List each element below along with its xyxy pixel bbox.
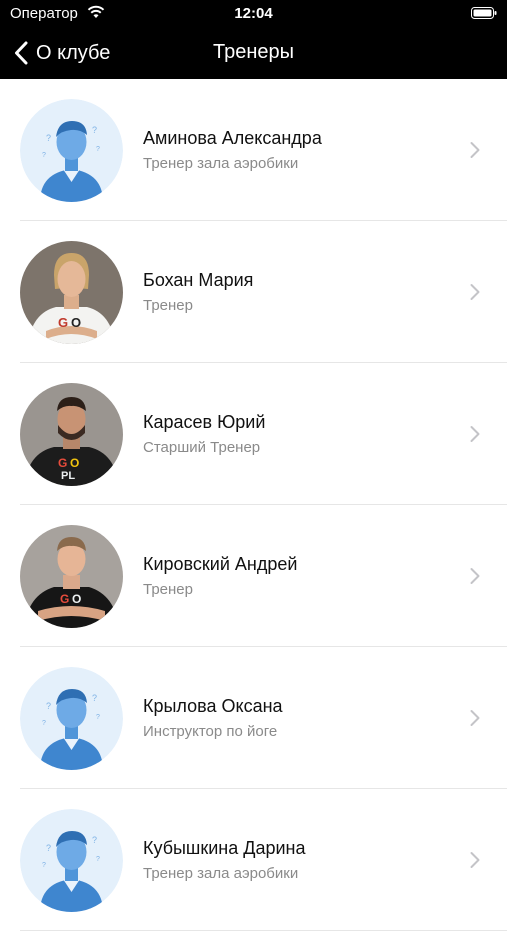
trainer-role: Инструктор по йоге <box>143 723 278 740</box>
svg-text:?: ? <box>46 701 51 711</box>
trainer-row[interactable]: ???? Кубышкина Дарина Тренер зала аэроби… <box>0 789 507 931</box>
trainer-role: Старший Тренер <box>143 439 261 456</box>
status-time: 12:04 <box>234 5 273 22</box>
svg-text:?: ? <box>92 835 97 845</box>
trainer-name: Аминова Александра <box>143 128 322 148</box>
avatar-photo: GO <box>20 241 123 344</box>
page-title: Тренеры <box>212 41 294 63</box>
svg-text:O: O <box>71 315 81 330</box>
svg-text:PL: PL <box>61 470 75 482</box>
trainer-role: Тренер зала аэробики <box>143 865 299 882</box>
svg-text:O: O <box>72 592 81 606</box>
chevron-right-icon <box>470 710 480 726</box>
svg-text:G: G <box>60 592 69 606</box>
avatar-placeholder: ???? <box>20 667 123 770</box>
status-bar: Оператор 12:04 <box>0 0 507 28</box>
trainer-row[interactable]: ???? Крылова Оксана Инструктор по йоге <box>0 647 507 789</box>
svg-text:?: ? <box>42 152 46 159</box>
trainer-name: Кировский Андрей <box>143 554 298 574</box>
svg-text:?: ? <box>92 125 97 135</box>
trainer-row[interactable]: ???? Аминова Александра Тренер зала аэро… <box>0 79 507 221</box>
trainer-name: Кубышкина Дарина <box>143 838 306 858</box>
svg-text:?: ? <box>42 720 46 727</box>
trainer-row[interactable]: GO Кировский Андрей Тренер <box>0 505 507 647</box>
trainer-row[interactable]: G O PL Карасев Юрий Старший Тренер <box>0 363 507 505</box>
trainer-name: Карасев Юрий <box>143 412 266 432</box>
trainers-list: ???? Аминова Александра Тренер зала аэро… <box>0 79 507 931</box>
svg-text:?: ? <box>96 146 100 153</box>
avatar-photo: G O PL <box>20 383 123 486</box>
trainer-name: Крылова Оксана <box>143 696 283 716</box>
battery-icon <box>471 7 497 19</box>
svg-text:?: ? <box>46 843 51 853</box>
svg-text:?: ? <box>96 714 100 721</box>
chevron-right-icon <box>470 852 480 868</box>
trainer-role: Тренер зала аэробики <box>143 155 299 172</box>
chevron-right-icon <box>470 568 480 584</box>
app-header: Оператор 12:04 О клубе Тренеры <box>0 0 507 79</box>
svg-text:?: ? <box>92 693 97 703</box>
svg-text:?: ? <box>42 862 46 869</box>
trainer-row[interactable]: GO Бохан Мария Тренер <box>0 221 507 363</box>
trainer-name: Бохан Мария <box>143 270 254 290</box>
svg-text:O: O <box>70 456 79 470</box>
chevron-right-icon <box>470 426 480 442</box>
svg-text:G: G <box>58 456 67 470</box>
chevron-right-icon <box>470 284 480 300</box>
svg-text:?: ? <box>96 856 100 863</box>
svg-text:G: G <box>58 315 68 330</box>
chevron-right-icon <box>470 142 480 158</box>
avatar-photo: GO <box>20 525 123 628</box>
trainer-role: Тренер <box>143 581 193 598</box>
avatar-placeholder: ???? <box>20 809 123 912</box>
trainer-role: Тренер <box>143 297 193 314</box>
svg-text:?: ? <box>46 133 51 143</box>
avatar-placeholder: ???? <box>20 99 123 202</box>
navigation-bar: О клубе Тренеры <box>0 30 507 75</box>
